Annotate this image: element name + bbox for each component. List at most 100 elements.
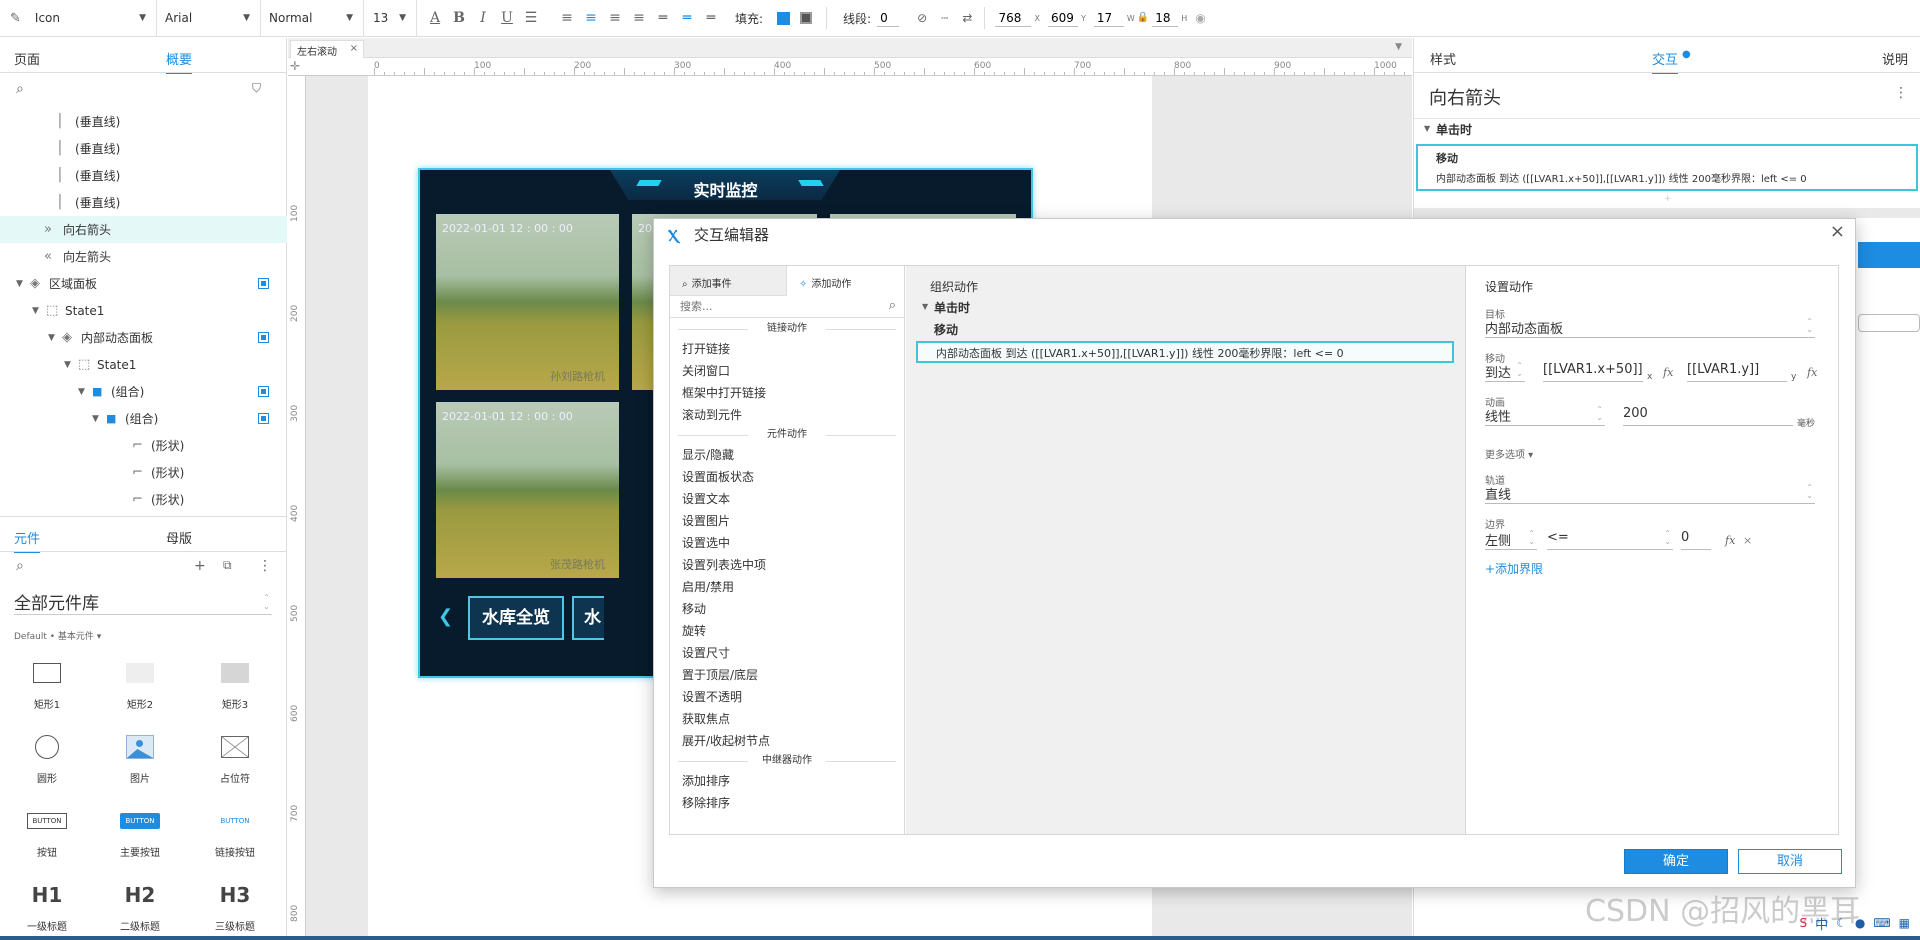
checkbox-icon[interactable] bbox=[258, 332, 269, 343]
widget-h[interactable]: H3 三级标题 bbox=[200, 880, 270, 933]
caret-down-icon[interactable]: ▼ bbox=[64, 360, 78, 370]
action-option[interactable]: 关闭窗口 bbox=[670, 360, 904, 382]
bound-operator-select[interactable]: <= ⌃ ⌄ bbox=[1547, 530, 1673, 550]
outline-item[interactable]: │ (垂直线) bbox=[0, 135, 287, 162]
search-icon[interactable]: ⌕ bbox=[16, 559, 24, 573]
library-subtitle[interactable]: Default • 基本元件 ▾ bbox=[14, 629, 101, 642]
caret-down-icon[interactable]: ▼ bbox=[92, 414, 106, 424]
track-select[interactable]: 直线 ⌃ ⌄ bbox=[1485, 484, 1815, 504]
chevron-left-icon[interactable]: ❮ bbox=[438, 606, 453, 627]
caret-down-icon[interactable]: ▼ bbox=[32, 306, 46, 316]
line-pattern-icon[interactable]: ┄ bbox=[941, 12, 948, 24]
widget-h[interactable]: H1 一级标题 bbox=[12, 880, 82, 933]
action-option[interactable]: 设置不透明 bbox=[670, 686, 904, 708]
style-select[interactable]: ✎ Icon ▼ bbox=[0, 0, 157, 37]
caret-down-icon[interactable]: ▼ bbox=[16, 279, 30, 289]
event-name[interactable]: 单击时 bbox=[1436, 121, 1472, 138]
outline-item[interactable]: │ (垂直线) bbox=[0, 189, 287, 216]
move-y-input[interactable]: [[LVAR1.y]] bbox=[1687, 362, 1787, 382]
line-width-input[interactable] bbox=[877, 9, 900, 27]
outline-item[interactable]: ⌐ (形状) bbox=[0, 459, 287, 486]
action-option[interactable]: 启用/禁用 bbox=[670, 576, 904, 598]
add-icon[interactable]: + bbox=[1664, 194, 1672, 204]
chevron-down-icon[interactable]: ▼ bbox=[1395, 42, 1402, 52]
microphone-icon[interactable]: ● bbox=[1855, 916, 1865, 930]
widget-circle[interactable]: 圆形 bbox=[12, 732, 82, 785]
camera-feed[interactable]: 2022-01-01 12 : 00 : 00 孙刘路枪机 bbox=[436, 214, 619, 390]
visibility-eye-icon[interactable]: ◉ bbox=[1195, 12, 1205, 24]
widget-link[interactable]: BUTTON 链接按钮 bbox=[200, 806, 270, 859]
action-card[interactable]: 移动 内部动态面板 到达 ([[LVAR1.x+50]],[[LVAR1.y]]… bbox=[1416, 144, 1918, 191]
action-option[interactable]: 置于顶层/底层 bbox=[670, 664, 904, 686]
nav-button[interactable]: 水 bbox=[572, 596, 604, 640]
action-option[interactable]: 显示/隐藏 bbox=[670, 444, 904, 466]
widget-primary[interactable]: BUTTON 主要按钮 bbox=[105, 806, 175, 859]
settings-icon[interactable]: ▦ bbox=[1899, 916, 1910, 930]
valign-top-icon[interactable]: ═ bbox=[651, 10, 675, 26]
action-option[interactable]: 设置列表选中项 bbox=[670, 554, 904, 576]
library-select[interactable]: 全部元件库 ⌃ ⌄ bbox=[14, 589, 272, 615]
font-weight-select[interactable]: Normal ▼ bbox=[261, 0, 364, 37]
widget-h[interactable]: H2 二级标题 bbox=[105, 880, 175, 933]
tab-masters[interactable]: 母版 bbox=[166, 528, 192, 547]
page-tab[interactable]: 左右滚动 × bbox=[290, 40, 364, 58]
widget-button[interactable]: BUTTON 按钮 bbox=[12, 806, 82, 859]
close-icon[interactable]: × bbox=[1830, 221, 1845, 242]
underline-icon[interactable]: U bbox=[495, 10, 519, 26]
remove-icon[interactable]: × bbox=[1743, 534, 1752, 547]
width-input[interactable] bbox=[1093, 9, 1124, 27]
font-color-icon[interactable]: A bbox=[423, 10, 447, 26]
x-input[interactable] bbox=[995, 9, 1032, 27]
action-option[interactable]: 获取焦点 bbox=[670, 708, 904, 730]
checkbox-icon[interactable] bbox=[258, 386, 269, 397]
outline-item[interactable]: ▼ ⬚ State1 bbox=[0, 351, 287, 378]
lock-icon[interactable]: 🔒 bbox=[1137, 13, 1149, 23]
more-options-link[interactable]: 更多选项 ▾ bbox=[1485, 446, 1533, 461]
ok-button[interactable]: 确定 bbox=[1624, 849, 1728, 874]
fill-color-swatch[interactable] bbox=[777, 11, 791, 25]
y-input[interactable] bbox=[1047, 9, 1078, 27]
align-center-icon[interactable]: ≡ bbox=[579, 10, 603, 26]
tab-interactions[interactable]: 交互 bbox=[1652, 49, 1679, 74]
reservoir-overview-button[interactable]: 水库全览 bbox=[468, 596, 564, 640]
action-option[interactable]: 添加排序 bbox=[670, 770, 904, 792]
add-icon[interactable]: + bbox=[194, 559, 206, 573]
caret-down-icon[interactable]: ▼ bbox=[48, 333, 62, 343]
tab-outline[interactable]: 概要 bbox=[166, 49, 193, 74]
align-right-icon[interactable]: ≡ bbox=[603, 10, 627, 26]
animation-select[interactable]: 线性 ⌃ ⌄ bbox=[1485, 406, 1605, 426]
outline-item[interactable]: » 向右箭头 bbox=[0, 216, 287, 243]
outline-item[interactable]: ▼ ◈ 区域面板 bbox=[0, 270, 287, 297]
add-bound-link[interactable]: +添加界限 bbox=[1485, 560, 1543, 577]
event-name[interactable]: 单击时 bbox=[934, 299, 970, 316]
action-option[interactable]: 设置选中 bbox=[670, 532, 904, 554]
tab-style[interactable]: 样式 bbox=[1430, 49, 1456, 68]
move-type-select[interactable]: 到达 ⌃ ⌄ bbox=[1485, 362, 1525, 382]
caret-down-icon[interactable]: ▼ bbox=[1424, 124, 1430, 133]
outline-item[interactable]: │ (垂直线) bbox=[0, 162, 287, 189]
action-option[interactable]: 设置图片 bbox=[670, 510, 904, 532]
checkbox-icon[interactable] bbox=[258, 413, 269, 424]
caret-down-icon[interactable]: ▼ bbox=[78, 387, 92, 397]
valign-middle-icon[interactable]: ═ bbox=[675, 10, 699, 26]
action-option[interactable]: 展开/收起树节点 bbox=[670, 730, 904, 752]
action-option[interactable]: 设置面板状态 bbox=[670, 466, 904, 488]
close-icon[interactable]: × bbox=[350, 43, 358, 54]
widget-image[interactable]: 图片 bbox=[105, 732, 175, 785]
copy-library-icon[interactable]: ⧉ bbox=[223, 559, 232, 571]
outline-item[interactable]: │ (垂直线) bbox=[0, 108, 287, 135]
outline-item[interactable]: ▼ ⬚ State1 bbox=[0, 297, 287, 324]
keyboard-icon[interactable]: ⌨ bbox=[1873, 916, 1890, 930]
action-option[interactable]: 设置文本 bbox=[670, 488, 904, 510]
tab-widgets[interactable]: 元件 bbox=[14, 528, 41, 553]
align-justify-icon[interactable]: ≡ bbox=[627, 10, 651, 26]
action-option[interactable]: 移除排序 bbox=[670, 792, 904, 814]
italic-icon[interactable]: I bbox=[471, 10, 495, 26]
moon-icon[interactable]: ☾ bbox=[1836, 916, 1847, 930]
animation-duration-input[interactable]: 200 bbox=[1623, 406, 1793, 426]
widget-rect3[interactable]: 矩形3 bbox=[200, 658, 270, 711]
bound-side-select[interactable]: 左侧 ⌃ ⌄ bbox=[1485, 530, 1537, 550]
cancel-button[interactable]: 取消 bbox=[1738, 849, 1842, 874]
move-x-input[interactable]: [[LVAR1.x+50]] bbox=[1543, 362, 1643, 382]
more-vertical-icon[interactable]: ⋮ bbox=[1894, 86, 1908, 100]
